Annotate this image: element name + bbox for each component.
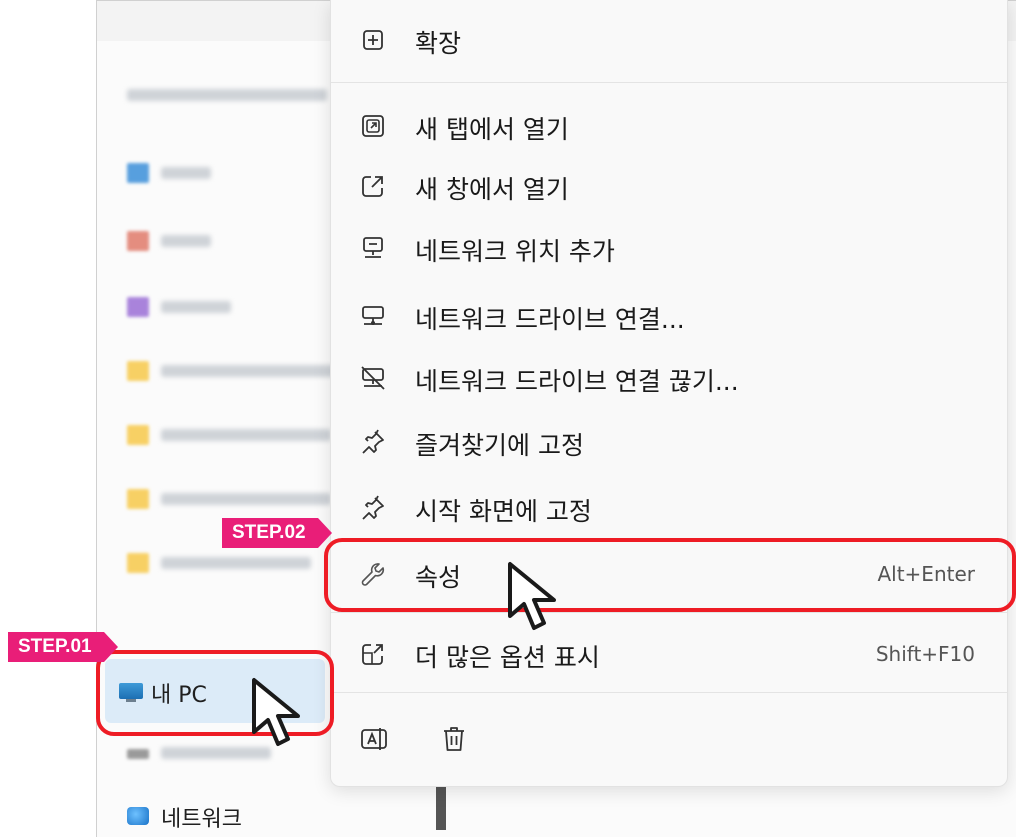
open-new-tab-icon (362, 115, 384, 137)
expand-icon (363, 30, 383, 50)
menu-divider (331, 82, 1007, 83)
menu-item-label: 즐겨찾기에 고정 (415, 431, 584, 460)
menu-item-open-new-tab[interactable]: 새 탭에서 열기 (331, 98, 1007, 154)
context-menu: 확장 새 탭에서 열기 새 창에서 열기 네트워크 위치 추가 네트워크 드라이… (330, 0, 1008, 787)
step-tag-2: STEP.02 (222, 518, 332, 548)
step-tag-1: STEP.01 (8, 632, 118, 662)
menu-item-label: 확장 (415, 29, 462, 58)
menu-item-label: 새 탭에서 열기 (415, 115, 569, 144)
open-new-window-icon (362, 176, 383, 197)
network-icon (127, 807, 149, 825)
menu-item-map-network-drive[interactable]: 네트워크 드라이브 연결... (331, 288, 1007, 344)
menu-item-label: 네트워크 드라이브 연결... (415, 305, 685, 334)
sidebar-item-label: 네트워크 (161, 807, 242, 832)
mouse-cursor-icon (508, 562, 556, 630)
menu-item-disconnect-network-drive[interactable]: 네트워크 드라이브 연결 끊기... (331, 350, 1007, 406)
menu-item-pin-start[interactable]: 시작 화면에 고정 (331, 480, 1007, 536)
rename-icon[interactable] (359, 724, 389, 754)
menu-item-label: 시작 화면에 고정 (415, 497, 592, 526)
more-options-icon (362, 644, 383, 665)
menu-item-label: 네트워크 드라이브 연결 끊기... (415, 367, 739, 396)
menu-item-pin-quick-access[interactable]: 즐겨찾기에 고정 (331, 414, 1007, 470)
pin-icon (362, 495, 384, 520)
menu-item-label: 네트워크 위치 추가 (415, 237, 615, 266)
menu-item-label: 더 많은 옵션 표시 (415, 643, 600, 672)
menu-item-shortcut: Shift+F10 (875, 642, 975, 666)
menu-item-expand[interactable]: 확장 (331, 12, 1007, 68)
menu-divider (331, 612, 1007, 613)
menu-item-open-new-window[interactable]: 새 창에서 열기 (331, 158, 1007, 214)
map-network-drive-icon (362, 306, 384, 325)
menu-divider (331, 692, 1007, 693)
menu-item-label: 새 창에서 열기 (415, 175, 569, 204)
menu-item-add-network-location[interactable]: 네트워크 위치 추가 (331, 220, 1007, 276)
menu-item-more-options[interactable]: 더 많은 옵션 표시 Shift+F10 (331, 626, 1007, 682)
mouse-cursor-icon (252, 678, 300, 746)
disconnect-network-drive-icon (361, 366, 385, 390)
pin-icon (362, 429, 384, 454)
highlight-properties (324, 538, 1016, 612)
add-network-location-icon (363, 237, 383, 258)
trash-icon[interactable] (439, 724, 469, 754)
